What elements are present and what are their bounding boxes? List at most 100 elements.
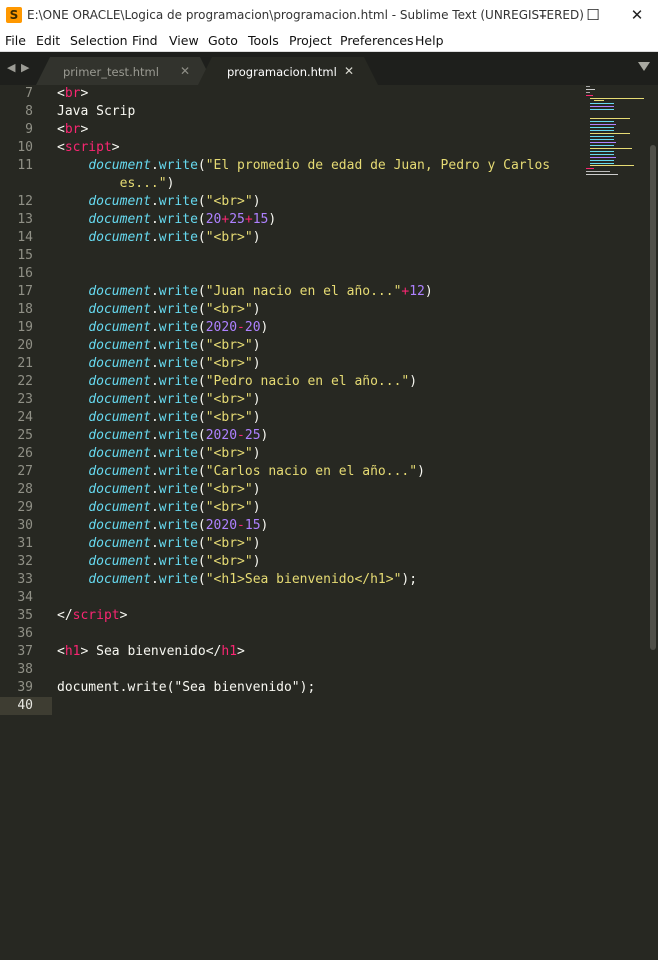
minimize-button[interactable]: –: [520, 0, 566, 31]
string-token: "<br>": [205, 230, 253, 245]
title-bar: S E:\ONE ORACLE\Logica de programacion\p…: [0, 0, 658, 31]
method-token: write: [158, 572, 198, 587]
tab-list-dropdown-icon[interactable]: [638, 62, 650, 71]
code-text: </: [57, 608, 73, 623]
maximize-button[interactable]: ☐: [570, 0, 616, 31]
tab-primer-test[interactable]: primer_test.html ✕: [36, 57, 214, 85]
code-text: ): [409, 374, 418, 389]
code-text: ): [166, 176, 175, 191]
code-text: ): [252, 392, 261, 407]
code-text: ): [424, 284, 433, 299]
tab-close-icon[interactable]: ✕: [180, 64, 190, 78]
code-text: ): [252, 194, 261, 209]
code-text: .: [150, 482, 159, 497]
code-text: .: [150, 320, 159, 335]
string-token: "<br>": [205, 500, 253, 515]
menu-preferences[interactable]: Preferences: [340, 33, 414, 48]
code-line: document.write("<br>"): [57, 355, 260, 373]
line-number: 28: [17, 482, 33, 497]
code-line: <br>: [57, 85, 88, 103]
string-token: "<br>": [205, 194, 253, 209]
menu-tools[interactable]: Tools: [248, 33, 279, 48]
window-title: E:\ONE ORACLE\Logica de programacion\pro…: [27, 8, 584, 22]
code-text: .: [150, 446, 159, 461]
code-text: .: [150, 338, 159, 353]
code-text: ): [252, 230, 261, 245]
code-text: (: [197, 428, 206, 443]
code-text: ): [252, 446, 261, 461]
code-text: (: [197, 338, 206, 353]
object-token: document: [88, 158, 151, 173]
menu-view[interactable]: View: [169, 33, 199, 48]
line-number: 7: [25, 86, 33, 101]
menu-selection[interactable]: Selection: [70, 33, 128, 48]
code-text: <: [57, 86, 65, 101]
menu-goto[interactable]: Goto: [208, 33, 238, 48]
string-token: "Juan nacio en el año...": [205, 284, 402, 299]
method-token: write: [158, 194, 198, 209]
code-line: document.write("<br>"): [57, 481, 260, 499]
close-button[interactable]: ✕: [614, 0, 658, 31]
code-line: document.write("<br>"): [57, 535, 260, 553]
code-line: document.write(2020-25): [57, 427, 268, 445]
tab-close-icon[interactable]: ✕: [344, 64, 354, 78]
code-text: ): [417, 464, 425, 479]
menu-help[interactable]: Help: [415, 33, 444, 48]
code-editor[interactable]: <br> Java Scrip <br> <script> document.writ…: [57, 85, 582, 960]
line-number: 29: [17, 500, 33, 515]
menu-find[interactable]: Find: [132, 33, 158, 48]
code-text: <: [57, 122, 65, 137]
object-token: document: [88, 212, 151, 227]
code-text: (: [197, 374, 206, 389]
number-token: 2020: [205, 428, 238, 443]
code-text: .: [150, 356, 159, 371]
tab-scroll-left-icon[interactable]: ◀: [7, 61, 15, 74]
code-text: .: [150, 194, 159, 209]
vertical-scrollbar-thumb[interactable]: [650, 145, 656, 650]
code-text: (: [197, 572, 206, 587]
line-number: 34: [17, 590, 33, 605]
menu-edit[interactable]: Edit: [36, 33, 60, 48]
code-line: document.write("<h1>Sea bienvenido</h1>"…: [57, 571, 417, 589]
tab-programacion[interactable]: programacion.html ✕: [198, 57, 378, 85]
line-number: 35: [17, 608, 33, 623]
code-text: <: [57, 644, 65, 659]
code-line: document.write("<br>"): [57, 499, 260, 517]
code-text: (: [197, 284, 206, 299]
code-text: (: [197, 320, 206, 335]
code-text: ): [252, 302, 261, 317]
code-text: (: [197, 410, 206, 425]
object-token: document: [88, 302, 151, 317]
number-token: 20: [244, 320, 261, 335]
object-token: document: [88, 536, 151, 551]
code-line: es..."): [57, 175, 175, 193]
menu-project[interactable]: Project: [289, 33, 332, 48]
code-text: .: [150, 158, 159, 173]
operator-token: -: [237, 428, 245, 443]
method-token: write: [158, 464, 198, 479]
object-token: document: [88, 518, 151, 533]
tab-scroll-right-icon[interactable]: ▶: [21, 61, 29, 74]
number-token: 2020: [205, 320, 238, 335]
method-token: write: [158, 158, 198, 173]
line-number: 39: [17, 680, 33, 695]
code-text: ): [268, 212, 277, 227]
code-line: document.write("<br>"): [57, 409, 260, 427]
tab-label: programacion.html: [227, 65, 337, 79]
method-token: write: [158, 230, 198, 245]
minimap[interactable]: [586, 85, 648, 175]
code-line: document.write("Carlos nacio en el año..…: [57, 463, 425, 481]
object-token: document: [88, 482, 151, 497]
line-number: 11: [17, 158, 33, 173]
tag-name-token: h1: [221, 644, 238, 659]
string-token: "<br>": [205, 446, 253, 461]
code-line: document.write("<br>"): [57, 301, 261, 319]
code-text: .: [150, 572, 159, 587]
menu-file[interactable]: File: [5, 33, 26, 48]
code-text: (: [197, 356, 206, 371]
